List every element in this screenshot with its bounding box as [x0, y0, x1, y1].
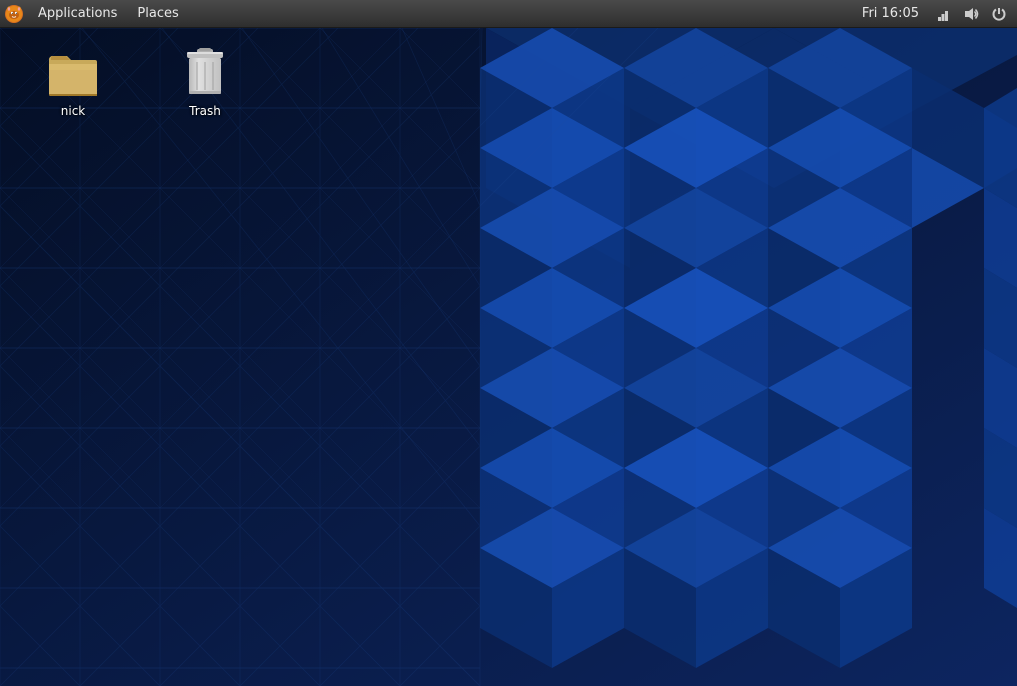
taskbar-right: Fri 16:05: [854, 2, 1017, 26]
trash-icon[interactable]: Trash: [160, 42, 250, 124]
power-icon[interactable]: [987, 2, 1011, 26]
nick-folder-icon[interactable]: nick: [28, 42, 118, 124]
places-menu[interactable]: Places: [127, 0, 188, 28]
nick-folder-image: [47, 48, 99, 100]
applications-menu[interactable]: Applications: [28, 0, 127, 28]
taskbar: Applications Places Fri 16:05: [0, 0, 1017, 28]
network-icon[interactable]: [931, 2, 955, 26]
trash-label: Trash: [189, 104, 221, 118]
nick-folder-label: nick: [61, 104, 86, 118]
taskbar-left: Applications Places: [0, 0, 189, 28]
desktop[interactable]: nick: [0, 28, 1017, 686]
desktop-icons: nick: [0, 28, 1017, 686]
logo-icon: [4, 4, 24, 24]
trash-image: [179, 48, 231, 100]
clock: Fri 16:05: [854, 6, 927, 21]
volume-icon[interactable]: [959, 2, 983, 26]
taskbar-logo[interactable]: [0, 0, 28, 28]
